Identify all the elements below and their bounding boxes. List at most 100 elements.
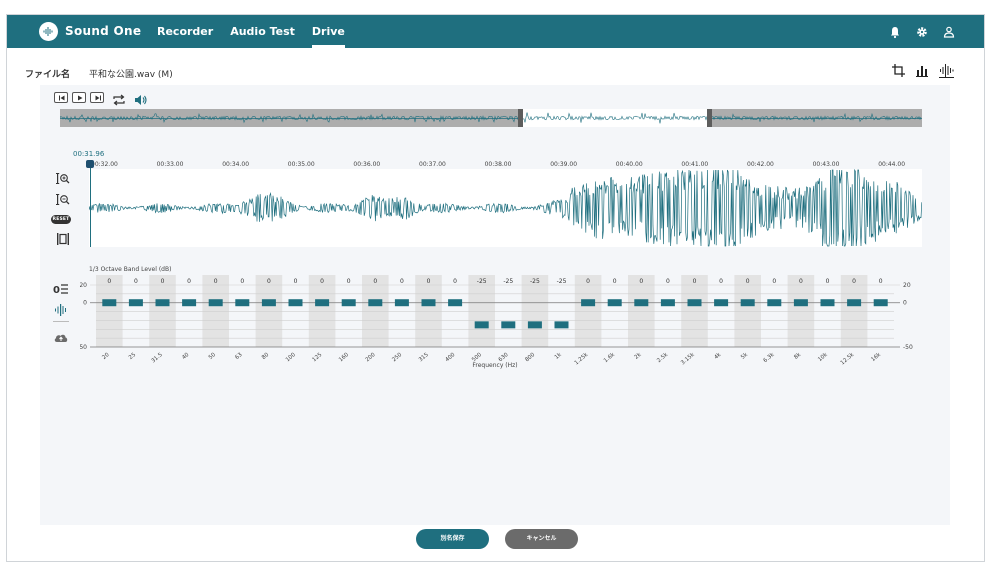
- band-level-slider[interactable]: [714, 299, 729, 307]
- band-level-slider[interactable]: [873, 299, 888, 307]
- band-settings-icon[interactable]: 0: [53, 281, 69, 296]
- gear-icon[interactable]: [915, 24, 929, 38]
- band-level-slider[interactable]: [660, 299, 675, 307]
- zoom-in-icon[interactable]: [56, 171, 70, 185]
- band-value-label: 0: [826, 278, 830, 285]
- svg-text:0: 0: [53, 285, 60, 296]
- band-frequency-label: 31.5: [151, 352, 165, 365]
- band-level-slider[interactable]: [182, 299, 197, 307]
- nav-audio-test[interactable]: Audio Test: [230, 15, 295, 48]
- overview-visible-window[interactable]: [521, 109, 709, 127]
- nav-recorder[interactable]: Recorder: [157, 15, 213, 48]
- band-level-slider[interactable]: [102, 299, 117, 307]
- band-value-label: 0: [772, 278, 776, 285]
- save-as-button[interactable]: 別名保存: [416, 529, 489, 549]
- band-level-slider[interactable]: [581, 299, 596, 307]
- band-value-label: 0: [719, 278, 723, 285]
- time-tick-label: 00:35.00: [287, 161, 315, 168]
- zoom-out-icon[interactable]: [56, 192, 70, 206]
- band-level-slider[interactable]: [847, 299, 862, 307]
- logo-icon[interactable]: [39, 22, 58, 41]
- band-waveform-icon[interactable]: [53, 302, 69, 316]
- band-level-slider[interactable]: [474, 321, 489, 329]
- main-nav: Recorder Audio Test Drive: [157, 15, 362, 48]
- waveform-icon[interactable]: [939, 63, 954, 78]
- band-column-bg: [202, 275, 229, 347]
- band-value-label: 0: [187, 278, 191, 285]
- band-level-slider[interactable]: [793, 299, 808, 307]
- band-level-slider[interactable]: [740, 299, 755, 307]
- band-value-label: -25: [503, 278, 513, 285]
- band-column-bg: [96, 275, 123, 347]
- band-level-slider[interactable]: [554, 321, 569, 329]
- band-level-slider[interactable]: [767, 299, 782, 307]
- skip-end-button[interactable]: [90, 91, 104, 103]
- band-frequency-label: 3.15k: [680, 351, 696, 366]
- band-frequency-label: 10k: [817, 351, 829, 363]
- band-level-slider[interactable]: [421, 299, 436, 307]
- bell-icon[interactable]: [888, 24, 902, 39]
- band-column-bg: [362, 275, 389, 347]
- band-value-label: 0: [799, 278, 803, 285]
- band-frequency-label: 4k: [713, 351, 723, 360]
- band-frequency-label: 6.3k: [763, 351, 777, 364]
- band-level-slider[interactable]: [288, 299, 303, 307]
- band-level-slider[interactable]: [315, 299, 330, 307]
- band-level-slider[interactable]: [634, 299, 649, 307]
- file-name-label: ファイル名: [25, 70, 71, 80]
- band-value-label: 0: [347, 278, 351, 285]
- playhead-handle[interactable]: [86, 160, 94, 168]
- band-level-slider[interactable]: [820, 299, 835, 307]
- band-value-label: 0: [852, 278, 856, 285]
- band-value-label: 0: [373, 278, 377, 285]
- time-tick-label: 00:43.00: [812, 161, 840, 168]
- playhead[interactable]: [90, 160, 91, 247]
- band-level-slider[interactable]: [687, 299, 702, 307]
- waveform-view[interactable]: [88, 168, 923, 247]
- band-level-slider[interactable]: [235, 299, 250, 307]
- reset-zoom-button[interactable]: RESET: [51, 215, 71, 224]
- band-level-slider[interactable]: [128, 299, 143, 307]
- loop-icon[interactable]: [112, 91, 126, 106]
- band-value-label: 0: [320, 278, 324, 285]
- crop-icon[interactable]: [891, 63, 906, 78]
- fit-view-icon[interactable]: [56, 231, 70, 245]
- band-level-slider[interactable]: [394, 299, 409, 307]
- play-button[interactable]: [72, 91, 86, 103]
- brand-name: Sound One: [65, 24, 142, 38]
- bar-chart-icon[interactable]: [915, 63, 930, 78]
- time-tick-label: 00:32.00: [91, 161, 118, 168]
- band-frequency-label: 800: [524, 352, 536, 364]
- band-level-slider[interactable]: [501, 321, 516, 329]
- band-level-slider[interactable]: [341, 299, 356, 307]
- nav-drive[interactable]: Drive: [311, 15, 345, 48]
- band-level-slider[interactable]: [261, 299, 276, 307]
- overview-waveform: [60, 112, 922, 124]
- band-level-slider[interactable]: [368, 299, 383, 307]
- time-tick-label: 00:44.00: [878, 161, 906, 168]
- cloud-upload-icon[interactable]: [53, 330, 69, 344]
- user-icon[interactable]: [942, 24, 956, 38]
- band-value-label: -25: [557, 278, 567, 285]
- band-value-label: 0: [613, 278, 617, 285]
- band-level-slider[interactable]: [607, 299, 622, 307]
- volume-icon[interactable]: [134, 91, 148, 105]
- band-level-slider[interactable]: [208, 299, 223, 307]
- cancel-button[interactable]: キャンセル: [505, 529, 578, 549]
- band-value-label: -25: [477, 278, 487, 285]
- band-level-slider[interactable]: [527, 321, 542, 329]
- band-value-label: -25: [530, 278, 540, 285]
- band-value-label: 0: [586, 278, 590, 285]
- overview-window-waveform: [521, 112, 708, 124]
- band-level-slider[interactable]: [448, 299, 463, 307]
- band-x-axis-label: Frequency (Hz): [472, 362, 517, 369]
- band-level-slider[interactable]: [155, 299, 170, 307]
- band-frequency-label: 25: [128, 352, 138, 361]
- overview-left-handle[interactable]: [518, 109, 523, 127]
- band-frequency-label: 5k: [740, 351, 750, 360]
- skip-start-button[interactable]: [54, 91, 68, 103]
- octave-band-chart: 202000-50-50020025031.504005006308001000…: [80, 275, 913, 369]
- overview-scrollbar[interactable]: [60, 109, 922, 127]
- band-frequency-label: 1.6k: [603, 351, 617, 364]
- overview-right-handle[interactable]: [707, 109, 712, 127]
